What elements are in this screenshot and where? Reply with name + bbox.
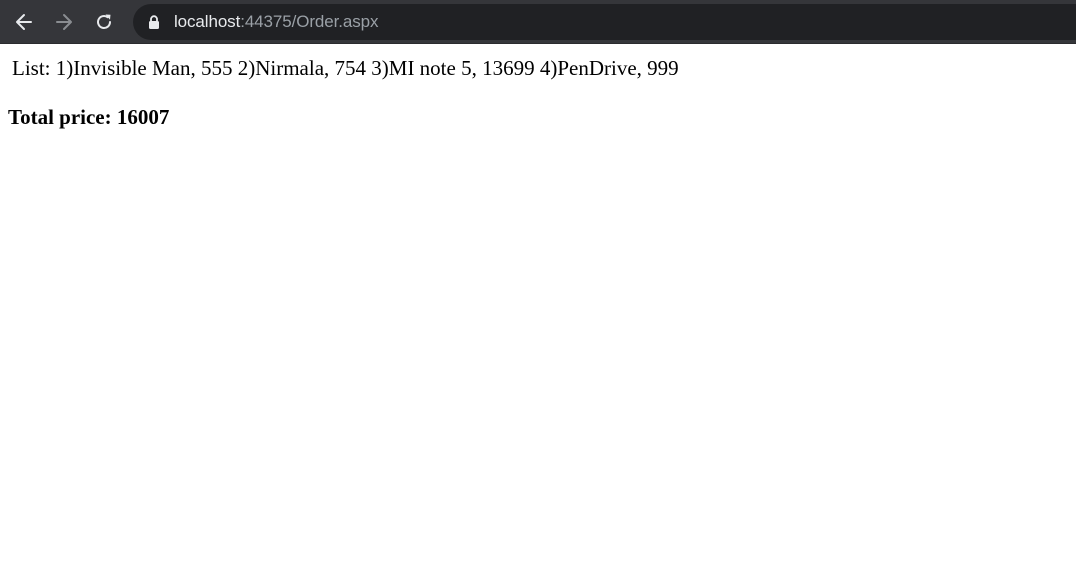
back-arrow-icon <box>16 14 32 30</box>
url-text: localhost:44375/Order.aspx <box>174 12 378 32</box>
url-host: localhost <box>174 12 241 31</box>
reload-button[interactable] <box>89 7 119 37</box>
address-bar[interactable]: localhost:44375/Order.aspx <box>133 4 1076 40</box>
order-list-label: List: 1)Invisible Man, 555 2)Nirmala, 75… <box>12 56 679 80</box>
total-price-label: Total price: 16007 <box>8 105 170 129</box>
forward-arrow-icon <box>56 14 72 30</box>
forward-button[interactable] <box>49 7 79 37</box>
lock-icon <box>148 15 160 29</box>
browser-toolbar: localhost:44375/Order.aspx <box>0 0 1076 44</box>
page-content: List: 1)Invisible Man, 555 2)Nirmala, 75… <box>0 46 1076 574</box>
url-path: :44375/Order.aspx <box>240 12 379 31</box>
back-button[interactable] <box>9 7 39 37</box>
reload-icon <box>97 14 111 29</box>
